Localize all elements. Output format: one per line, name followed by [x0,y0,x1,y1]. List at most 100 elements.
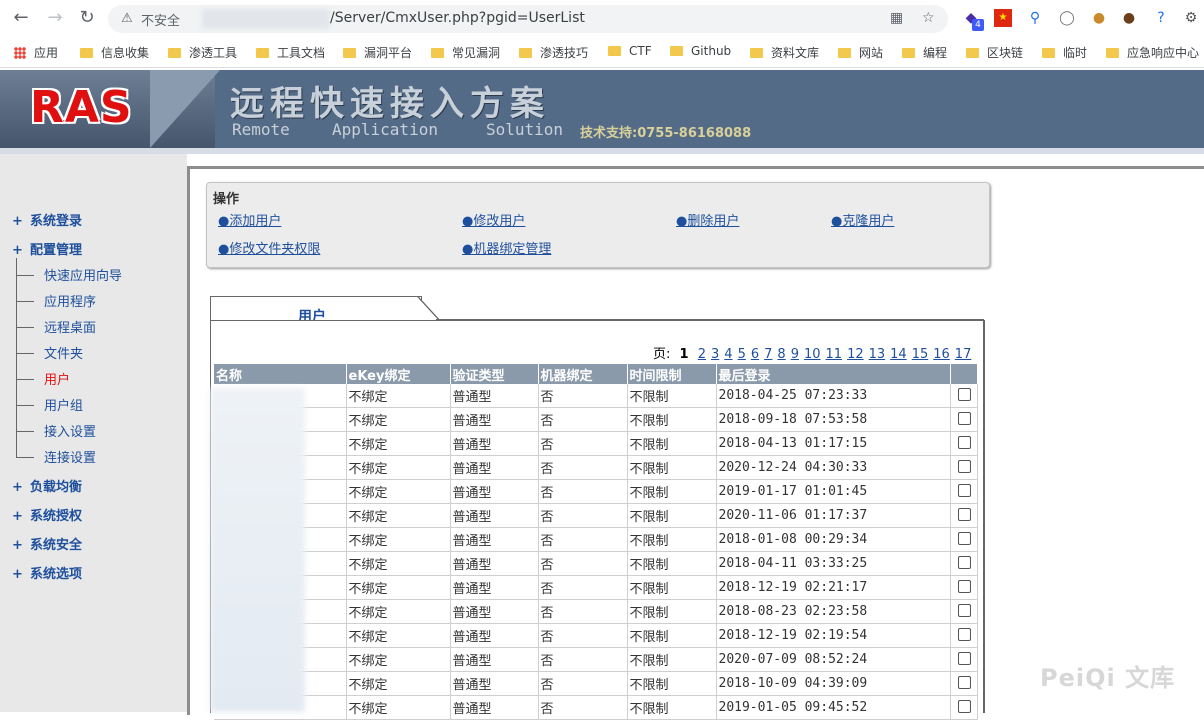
cell-time-limit: 不限制 [627,695,717,720]
nav-sub-remote-desktop[interactable]: 远程桌面 [16,317,96,336]
address-bar[interactable]: ⚠ 不安全 /Server/CmxUser.php?pgid=UserList … [108,5,948,33]
nav-item-options[interactable]: + 系统选项 [12,563,82,582]
edit-user-link[interactable]: ●修改用户 [462,210,525,229]
row-checkbox[interactable] [957,411,971,425]
row-checkbox[interactable] [957,435,971,449]
cell-ekey: 不绑定 [346,695,451,720]
col-header-name[interactable]: 名称 [214,364,347,384]
add-user-link[interactable]: ●添加用户 [218,210,281,229]
col-header-ekey[interactable]: eKey绑定 [346,364,451,384]
circle-extension-icon[interactable]: ◯ [1058,9,1076,27]
pager-page[interactable]: 16 [933,347,950,362]
bookmark-folder[interactable]: 常见漏洞 [431,44,500,61]
nav-item-security[interactable]: + 系统安全 [12,534,82,553]
row-checkbox[interactable] [957,555,971,569]
row-checkbox[interactable] [957,651,971,665]
cell-ekey: 不绑定 [346,671,451,696]
row-checkbox[interactable] [957,387,971,401]
bookmark-apps[interactable]: 应用 [14,44,58,61]
folder-permission-link[interactable]: ●修改文件夹权限 [218,238,320,257]
bookmark-folder[interactable]: 区块链 [966,44,1023,61]
pager-page[interactable]: 12 [847,347,864,362]
bookmark-folder[interactable]: 应急响应中心 [1106,44,1199,61]
bookmark-folder[interactable]: 编程 [902,44,947,61]
nav-sub-connection-settings[interactable]: 连接设置 [16,447,96,466]
nav-item-system-login[interactable]: + 系统登录 [12,210,82,229]
row-checkbox[interactable] [957,507,971,521]
nav-sub-users[interactable]: 用户 [16,369,70,388]
pager-page[interactable]: 13 [869,347,886,362]
pager-page[interactable]: 17 [955,347,972,362]
cell-last-login: 2020-11-06 01:17:37 [716,503,951,528]
clone-user-link[interactable]: ●克隆用户 [831,210,894,229]
table-row: 不绑定 普通型否不限制 2020-11-06 01:17:37 [214,503,978,528]
pager-page[interactable]: 11 [826,347,843,362]
bookmark-folder[interactable]: 临时 [1042,44,1087,61]
col-header-auth-type[interactable]: 验证类型 [450,364,539,384]
help-icon[interactable]: ? [1152,9,1170,27]
star-icon[interactable]: ☆ [922,10,935,26]
cell-time-limit: 不限制 [627,431,717,456]
cell-auth-type: 普通型 [450,407,539,432]
cell-auth-type: 普通型 [450,503,539,528]
row-checkbox[interactable] [957,627,971,641]
nav-sub-applications[interactable]: 应用程序 [16,291,96,310]
ras-logo: RAS [30,82,133,133]
bookmark-folder[interactable]: 渗透工具 [168,44,237,61]
nav-item-license[interactable]: + 系统授权 [12,505,82,524]
bookmark-folder[interactable]: 渗透技巧 [519,44,588,61]
delete-user-link[interactable]: ●删除用户 [676,210,739,229]
url-path[interactable]: /Server/CmxUser.php?pgid=UserList [330,10,585,26]
table-row: 不绑定 普通型否不限制 2018-08-23 02:23:58 [214,599,978,624]
qr-code-icon[interactable]: ▦ [890,10,903,26]
row-checkbox[interactable] [957,675,971,689]
bookmark-folder[interactable]: CTF [608,44,652,58]
bookmark-folder[interactable]: 资料文库 [750,44,819,61]
china-flag-icon[interactable]: ★ [994,9,1012,27]
pager-page[interactable]: 4 [724,347,732,362]
pager-page[interactable]: 7 [764,347,772,362]
row-checkbox[interactable] [957,459,971,473]
back-arrow-icon[interactable]: ← [10,7,32,29]
profile-icon[interactable]: ⚙ [1182,9,1200,27]
pager-page[interactable]: 10 [804,347,821,362]
row-checkbox[interactable] [957,699,971,713]
pager-page[interactable]: 9 [791,347,799,362]
pager-page[interactable]: 15 [912,347,929,362]
pager-page[interactable]: 6 [751,347,759,362]
col-header-machine-bind[interactable]: 机器绑定 [538,364,628,384]
pin-icon[interactable]: ⚲ [1026,9,1044,27]
cookie-icon[interactable]: ● [1090,9,1108,27]
col-header-time-limit[interactable]: 时间限制 [627,364,717,384]
nav-sub-user-groups[interactable]: 用户组 [16,395,83,414]
table-row: 不绑定 普通型否不限制 2018-01-08 00:29:34 [214,527,978,552]
nav-sub-access-settings[interactable]: 接入设置 [16,421,96,440]
row-checkbox[interactable] [957,603,971,617]
row-checkbox[interactable] [957,531,971,545]
bookmark-folder[interactable]: 漏洞平台 [343,44,412,61]
bookmark-folder[interactable]: 网站 [838,44,883,61]
nav-sub-quick-wizard[interactable]: 快速应用向导 [16,265,122,284]
bookmark-folder[interactable]: 工具文档 [256,44,325,61]
warning-icon[interactable]: ⚠ [118,10,136,28]
bookmark-folder[interactable]: Github [670,44,731,58]
forward-arrow-icon[interactable]: → [44,7,66,29]
nav-item-config[interactable]: + 配置管理 [12,239,82,258]
pager-page[interactable]: 3 [711,347,719,362]
pager-page[interactable]: 8 [777,347,785,362]
row-checkbox[interactable] [957,483,971,497]
machine-binding-link[interactable]: ●机器绑定管理 [462,238,551,257]
col-header-last-login[interactable]: 最后登录 [716,364,951,384]
nav-sub-folders[interactable]: 文件夹 [16,343,83,362]
cookie-editor-icon[interactable]: ● [1120,9,1138,27]
pager-page[interactable]: 14 [890,347,907,362]
bookmark-folder[interactable]: 信息收集 [80,44,149,61]
row-checkbox[interactable] [957,579,971,593]
pager-page[interactable]: 5 [738,347,746,362]
cell-machine-bind: 否 [538,551,628,576]
pager-page[interactable]: 2 [698,347,706,362]
cell-select [950,384,978,408]
nav-item-load-balance[interactable]: + 负载均衡 [12,476,82,495]
reload-icon[interactable]: ↻ [76,7,98,29]
folder-icon [966,48,979,58]
